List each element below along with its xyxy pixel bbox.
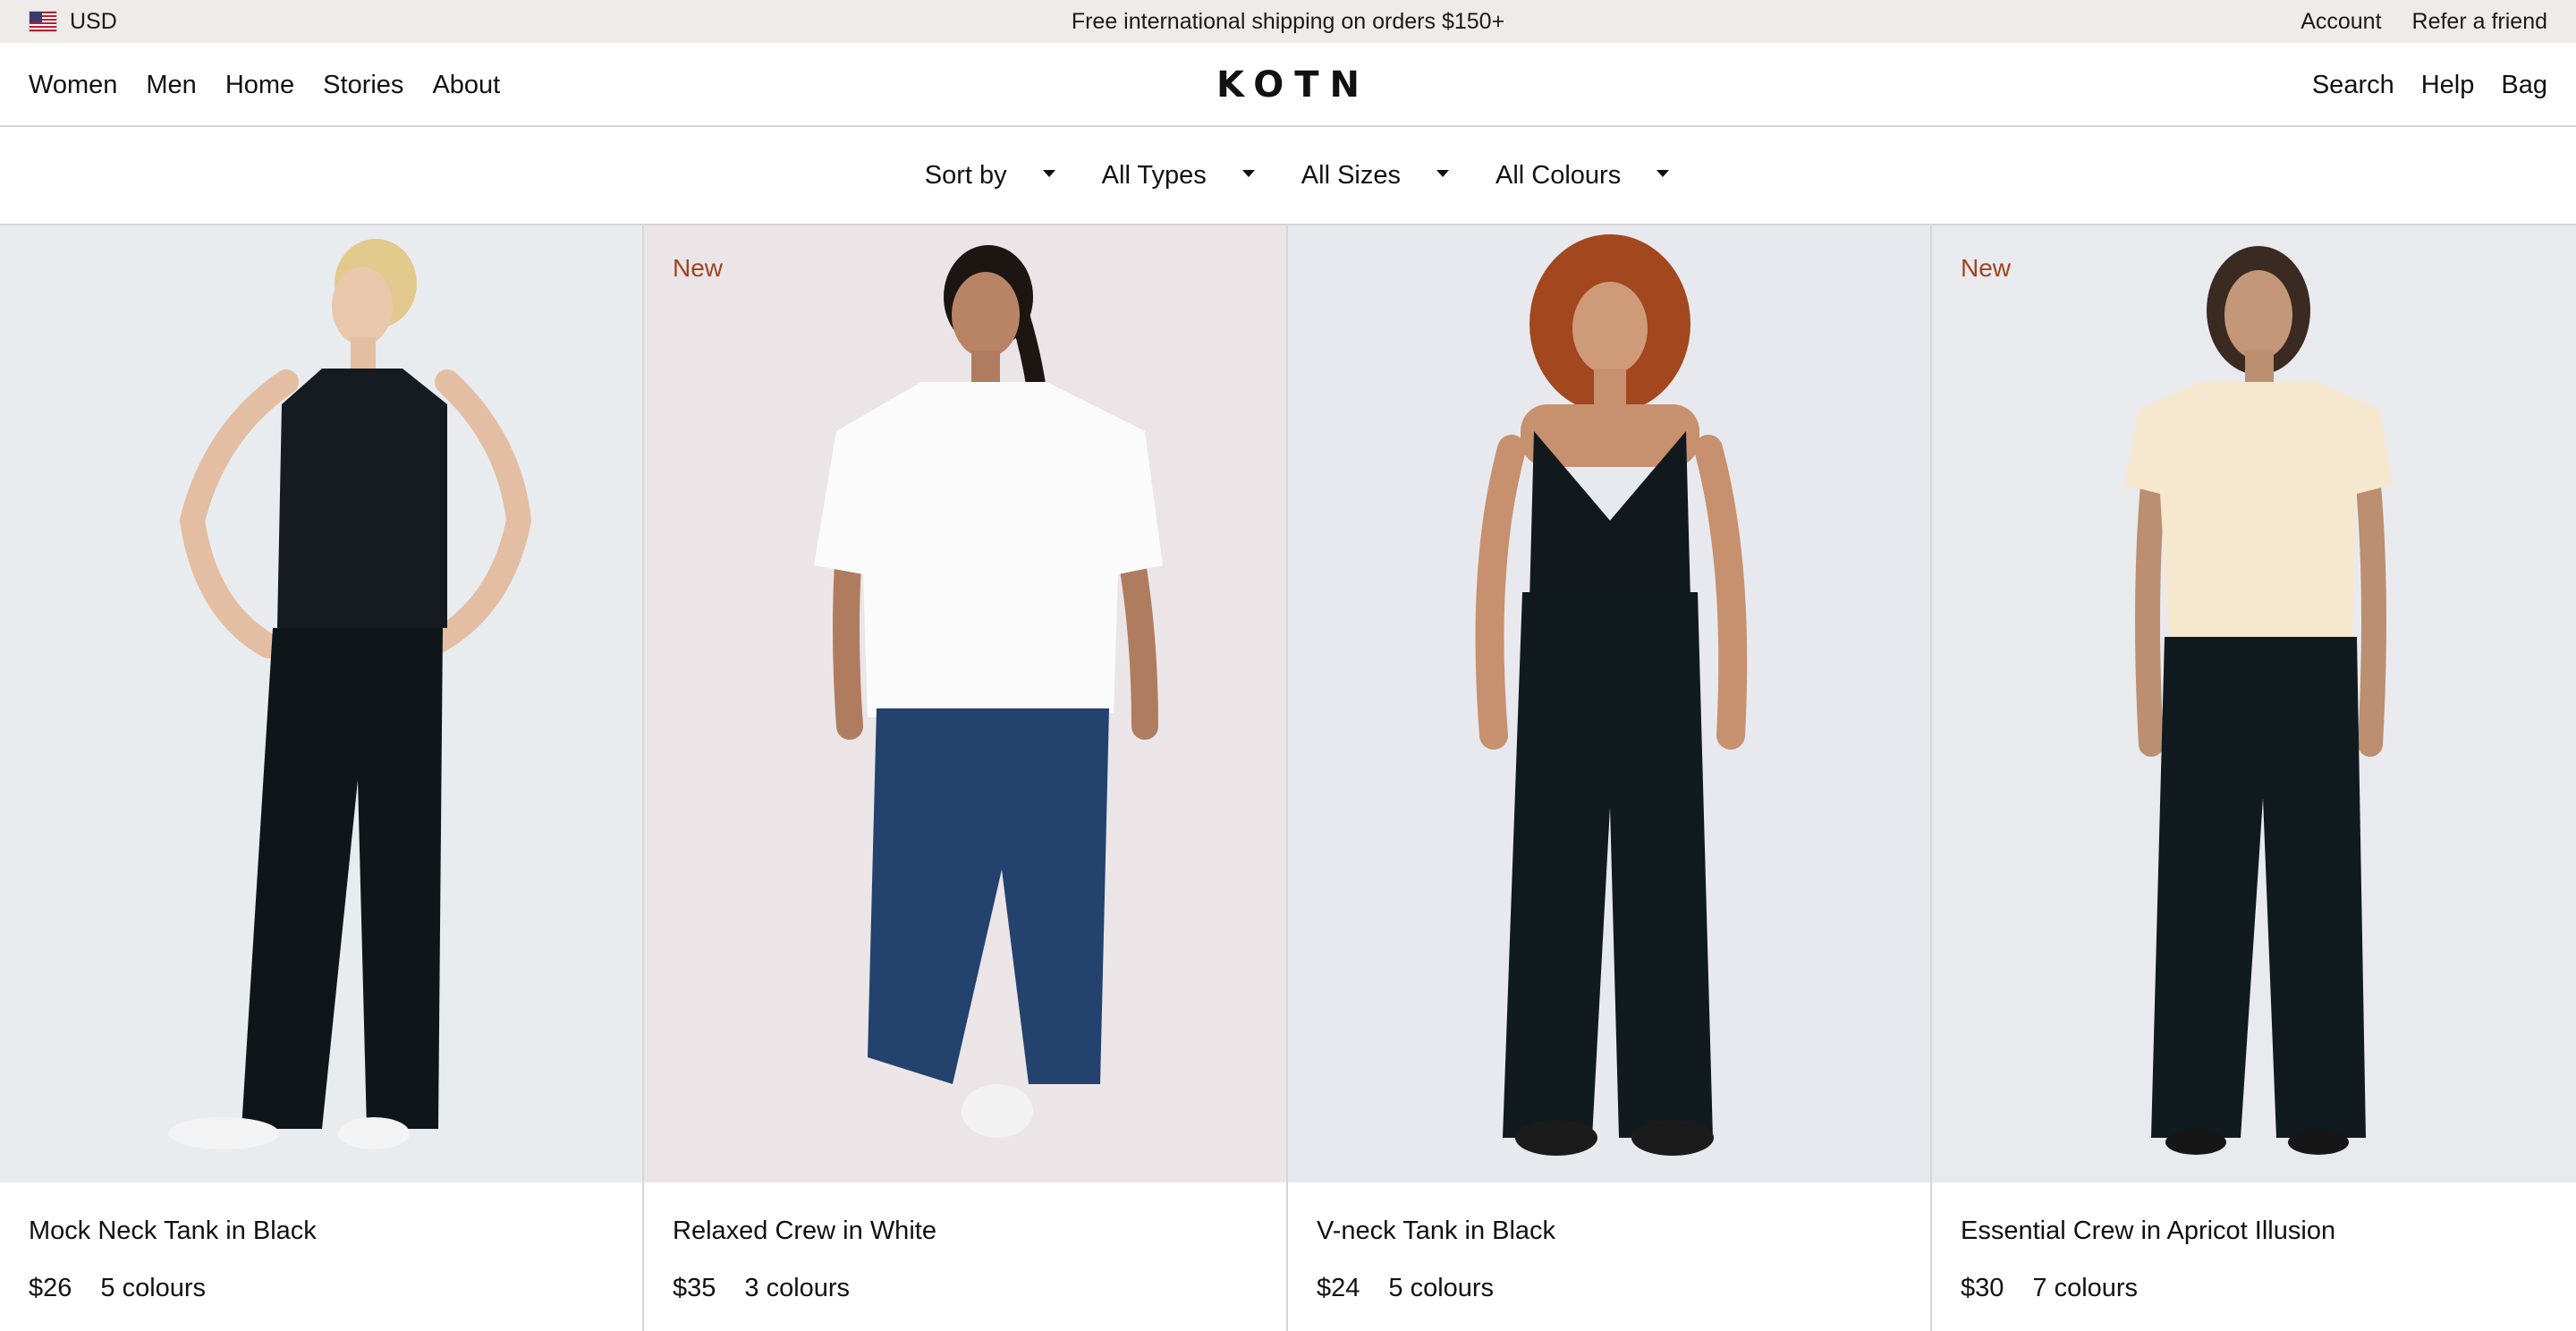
currency-selector[interactable]: USD bbox=[29, 9, 117, 35]
caret-down-icon bbox=[1241, 170, 1255, 177]
new-badge: New bbox=[1961, 254, 2012, 282]
product-price: $24 bbox=[1317, 1274, 1360, 1302]
refer-friend-link[interactable]: Refer a friend bbox=[2412, 9, 2547, 35]
us-flag-icon bbox=[29, 11, 57, 32]
product-colours: 3 colours bbox=[744, 1274, 851, 1302]
product-name[interactable]: V-neck Tank in Black bbox=[1317, 1217, 1555, 1246]
new-badge: New bbox=[673, 254, 724, 282]
site-logo[interactable]: KOTN bbox=[0, 43, 2576, 127]
product-card[interactable]: V-neck Tank in Black $24 5 colours bbox=[1288, 225, 1932, 1331]
search-link[interactable]: Search bbox=[2312, 71, 2394, 100]
caret-down-icon bbox=[1657, 170, 1670, 177]
sort-dropdown[interactable]: Sort by bbox=[925, 161, 1102, 191]
bag-link[interactable]: Bag bbox=[2501, 71, 2547, 100]
colour-filter-label: All Colours bbox=[1496, 160, 1622, 190]
product-price: $26 bbox=[29, 1274, 72, 1302]
size-filter-label: All Sizes bbox=[1301, 160, 1401, 190]
shipping-message: Free international shipping on orders $1… bbox=[1071, 8, 1505, 34]
announcement-bar: USD Free international shipping on order… bbox=[0, 0, 2576, 43]
site-header: Women Men Home Stories About KOTN Search… bbox=[0, 43, 2576, 127]
colour-filter-dropdown[interactable]: All Colours bbox=[1496, 160, 1670, 191]
product-card[interactable]: Mock Neck Tank in Black $26 5 colours bbox=[0, 225, 644, 1331]
type-filter-label: All Types bbox=[1101, 160, 1207, 190]
sort-label: Sort by bbox=[924, 160, 1007, 190]
product-meta: $26 5 colours bbox=[29, 1274, 206, 1303]
product-image[interactable] bbox=[0, 225, 642, 1183]
product-grid: Mock Neck Tank in Black $26 5 colours Ne… bbox=[0, 225, 2576, 1331]
type-filter-dropdown[interactable]: All Types bbox=[1102, 161, 1301, 191]
product-colours: 7 colours bbox=[2032, 1274, 2139, 1302]
filter-bar: Sort by All Types All Sizes All Colours bbox=[0, 127, 2576, 225]
size-filter-dropdown[interactable]: All Sizes bbox=[1301, 161, 1496, 191]
currency-label: USD bbox=[70, 8, 117, 34]
product-colours: 5 colours bbox=[100, 1274, 207, 1302]
product-image[interactable]: New bbox=[644, 225, 1286, 1183]
product-colours: 5 colours bbox=[1388, 1274, 1495, 1302]
product-price: $30 bbox=[1961, 1274, 2004, 1302]
product-name[interactable]: Relaxed Crew in White bbox=[673, 1217, 936, 1246]
product-meta: $24 5 colours bbox=[1317, 1274, 1494, 1303]
product-meta: $35 3 colours bbox=[673, 1274, 850, 1303]
account-link[interactable]: Account bbox=[2301, 9, 2381, 35]
caret-down-icon bbox=[1042, 170, 1055, 177]
product-meta: $30 7 colours bbox=[1961, 1274, 2138, 1303]
utility-nav: Search Help Bag bbox=[2312, 43, 2547, 127]
product-card[interactable]: New Essential Crew in Apricot Illusion $… bbox=[1932, 225, 2576, 1331]
product-card[interactable]: New Relaxed Crew in White $35 3 colours bbox=[644, 225, 1288, 1331]
caret-down-icon bbox=[1436, 170, 1449, 177]
product-image[interactable] bbox=[1288, 225, 1930, 1183]
product-name[interactable]: Mock Neck Tank in Black bbox=[29, 1217, 317, 1246]
product-image[interactable]: New bbox=[1932, 225, 2576, 1183]
help-link[interactable]: Help bbox=[2421, 71, 2475, 100]
product-price: $35 bbox=[673, 1274, 716, 1302]
product-name[interactable]: Essential Crew in Apricot Illusion bbox=[1961, 1217, 2335, 1246]
